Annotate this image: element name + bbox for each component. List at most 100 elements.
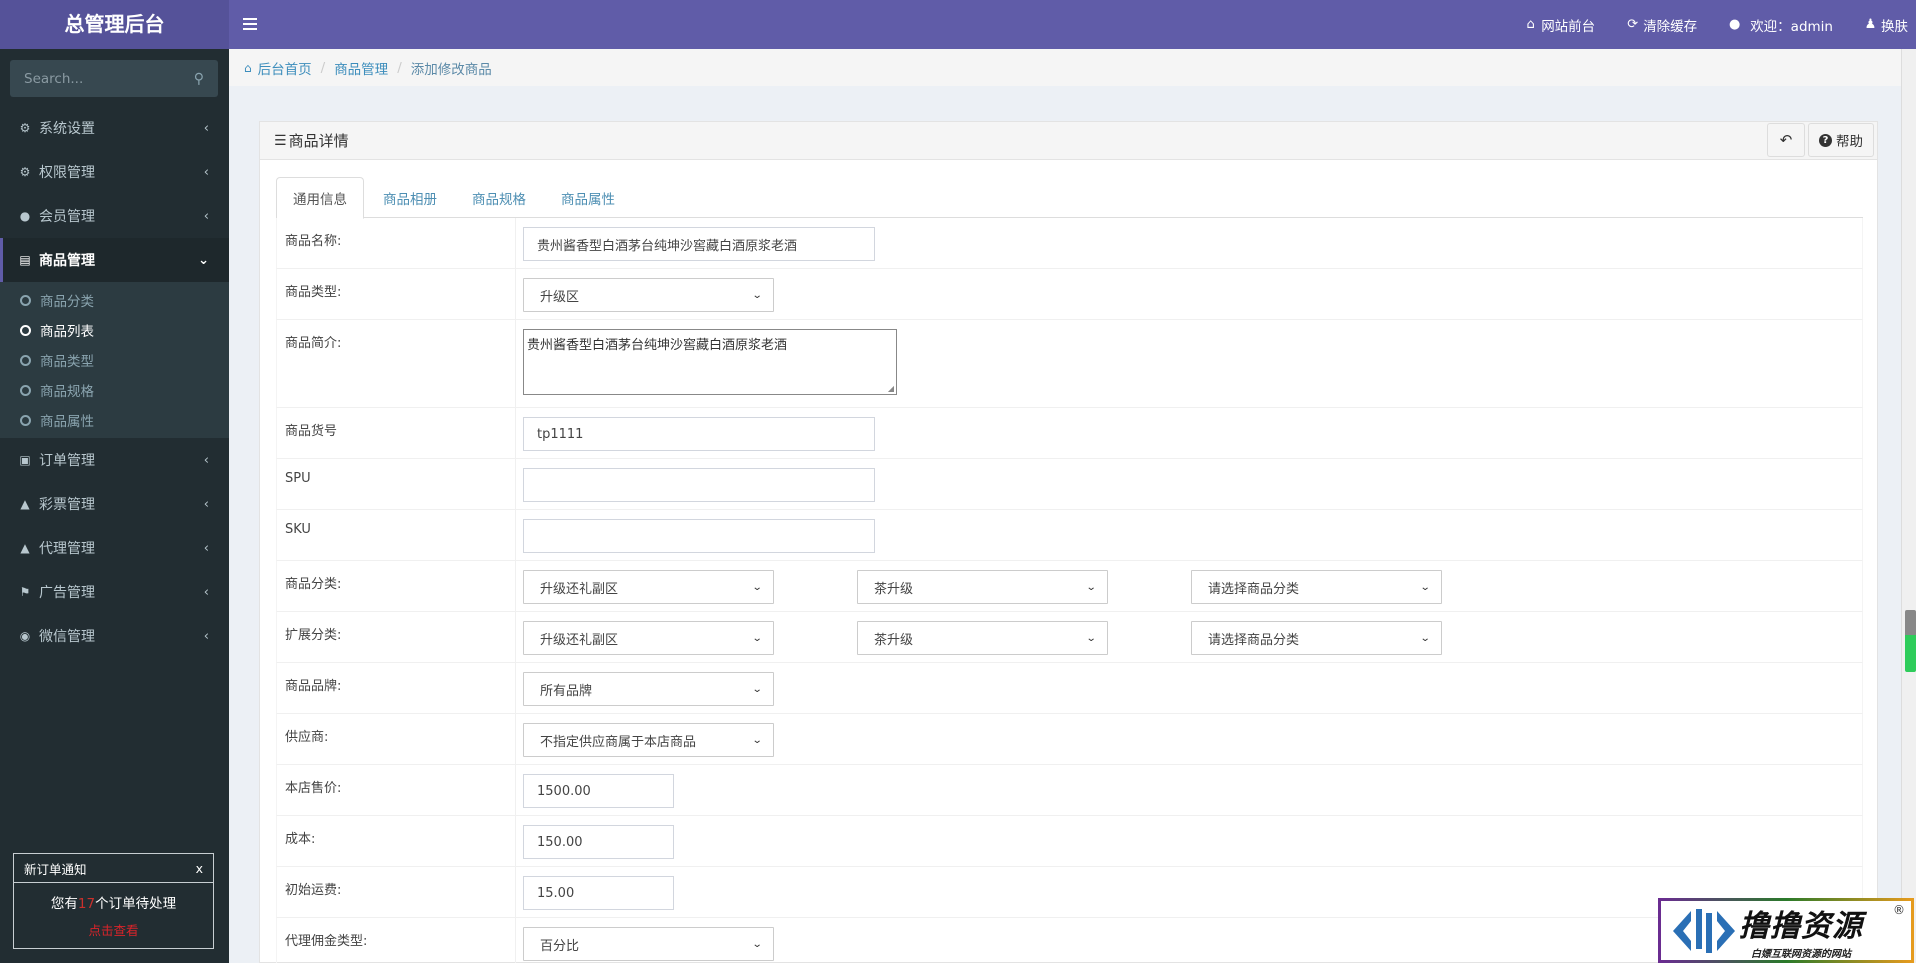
wechat-icon: ◉ [19,629,31,643]
chevron-down-icon: ⌄ [1085,581,1097,593]
field-label: 代理佣金类型: [277,918,516,963]
view-orders-link[interactable]: 点击查看 [14,920,213,939]
sidebar-item-lottery[interactable]: ▲ 彩票管理 ‹ [0,482,229,526]
sidebar-item-permission[interactable]: ⚙ 权限管理 ‹ [0,150,229,194]
top-bar: 总管理后台 ⌂ 网站前台 ⟳ 清除缓存 ● 欢迎：admin ♟ 换肤 [0,0,1916,49]
chevron-down-icon: ⌄ [198,252,209,268]
bell-icon: ▲ [20,497,30,511]
goods-name-input[interactable]: 贵州酱香型白酒茅台纯坤沙窖藏白酒原浆老酒 [523,227,875,261]
back-button[interactable]: ↶ [1767,123,1805,157]
ext-category-level3-select[interactable]: 请选择商品分类 ⌄ [1191,621,1442,655]
card-actions: ↶ ? 帮助 [1767,122,1877,157]
category-level1-select[interactable]: 升级还礼副区 ⌄ [523,570,774,604]
tab-general[interactable]: 通用信息 [276,177,364,219]
scrollbar-thumb[interactable] [1905,610,1916,672]
ext-category-level2-select[interactable]: 茶升级 ⌄ [857,621,1108,655]
sidebar-subitem-attr[interactable]: 商品属性 [0,405,229,435]
field-label: 本店售价: [277,765,516,815]
select-value: 茶升级 [874,632,914,648]
shipping-fee-input[interactable]: 15.00 [523,876,674,910]
sidebar-item-wechat[interactable]: ◉ 微信管理 ‹ [0,614,229,658]
sidebar-item-orders[interactable]: ▣ 订单管理 ‹ [0,438,229,482]
field-label: 供应商: [277,714,516,764]
chevron-down-icon: ⌄ [751,289,763,301]
category-level3-select[interactable]: 请选择商品分类 ⌄ [1191,570,1442,604]
sidebar-item-members[interactable]: ● 会员管理 ‹ [0,194,229,238]
sidebar-item-label: 权限管理 [39,165,95,181]
watermark-mark-icon [1669,903,1739,958]
sidebar-subitem-spec[interactable]: 商品规格 [0,375,229,405]
help-label: 帮助 [1836,134,1863,150]
shop-price-input[interactable]: 1500.00 [523,774,674,808]
book-icon: ▤ [19,253,31,267]
nav-user-menu[interactable]: ● 欢迎：admin [1727,15,1833,35]
help-button[interactable]: ? 帮助 [1808,123,1874,157]
goods-brief-textarea[interactable]: 贵州酱香型白酒茅台纯坤沙窖藏白酒原浆老酒 ◢ [523,329,897,395]
sidebar-toggle-icon[interactable] [243,15,257,33]
chevron-left-icon: ‹ [203,208,209,224]
sidebar-subitem-label: 商品属性 [40,414,94,430]
tab-album[interactable]: 商品相册 [367,177,453,218]
tab-attr[interactable]: 商品属性 [545,177,631,218]
sidebar: Search... ⚲ ⚙ 系统设置 ‹ ⚙ 权限管理 ‹ ● 会员管理 ‹ ▤… [0,49,229,963]
nav-clear-cache-link[interactable]: ⟳ 清除缓存 [1625,15,1697,35]
sidebar-item-system[interactable]: ⚙ 系统设置 ‹ [0,106,229,150]
notification-title: 新订单通知 [24,861,87,877]
breadcrumb-separator: / [320,59,326,76]
cost-input[interactable]: 150.00 [523,825,674,859]
sidebar-search-input[interactable]: Search... ⚲ [10,60,218,97]
breadcrumb-home[interactable]: 后台首页 [258,58,312,78]
supplier-select[interactable]: 不指定供应商属于本店商品 ⌄ [523,723,774,757]
field-label: 商品类型: [277,269,516,319]
spu-input[interactable] [523,468,875,502]
select-value: 升级区 [540,289,580,305]
sku-input[interactable] [523,519,875,553]
app-logo[interactable]: 总管理后台 [0,0,229,49]
brand-select[interactable]: 所有品牌 ⌄ [523,672,774,706]
form-row-supplier: 供应商: 不指定供应商属于本店商品 ⌄ [276,714,1863,765]
resize-handle-icon[interactable]: ◢ [888,384,894,393]
breadcrumb-goods[interactable]: 商品管理 [334,58,388,78]
ext-category-level1-select[interactable]: 升级还礼副区 ⌄ [523,621,774,655]
commission-type-select[interactable]: 百分比 ⌄ [523,927,774,961]
sidebar-item-label: 会员管理 [39,209,95,225]
chevron-down-icon: ⌄ [1419,581,1431,593]
select-value: 升级还礼副区 [540,632,619,648]
chevron-down-icon: ⌄ [751,632,763,644]
sidebar-item-label: 微信管理 [39,629,95,645]
tab-spec[interactable]: 商品规格 [456,177,542,218]
goods-sn-input[interactable]: tp1111 [523,417,875,451]
search-placeholder: Search... [24,70,84,87]
chevron-left-icon: ‹ [203,120,209,136]
chevron-down-icon: ⌄ [751,938,763,950]
sidebar-subitem-list[interactable]: 商品列表 [0,315,229,345]
registered-mark: ® [1893,903,1905,917]
notification-header: 新订单通知 x [14,854,213,883]
select-value: 请选择商品分类 [1208,632,1300,648]
close-icon[interactable]: x [196,861,203,876]
select-value: 请选择商品分类 [1208,581,1300,597]
sidebar-item-ads[interactable]: ⚑ 广告管理 ‹ [0,570,229,614]
sidebar-subitem-category[interactable]: 商品分类 [0,285,229,315]
search-icon[interactable]: ⚲ [194,71,204,87]
goods-type-select[interactable]: 升级区 ⌄ [523,278,774,312]
nav-frontend-link[interactable]: ⌂ 网站前台 [1523,15,1596,35]
user-icon: ● [1729,17,1741,32]
field-label: SKU [277,510,516,560]
select-value: 所有品牌 [540,683,593,699]
watermark-subtitle: 白嫖互联网资源的网站 [1751,949,1851,960]
sidebar-subitem-label: 商品列表 [40,324,94,340]
select-value: 升级还礼副区 [540,581,619,597]
page-scrollbar[interactable] [1901,49,1916,963]
category-level2-select[interactable]: 茶升级 ⌄ [857,570,1108,604]
sidebar-subitem-type[interactable]: 商品类型 [0,345,229,375]
flag-icon: ⚑ [19,585,31,599]
sidebar-item-goods[interactable]: ▤ 商品管理 ⌄ [0,238,229,282]
watermark-title: 撸撸资源 [1739,909,1863,944]
goods-detail-card: ☰ 商品详情 ↶ ? 帮助 通用信息 商品相册 商品规格 商品属性 商品名称: … [259,121,1878,963]
sidebar-item-agent[interactable]: ▲ 代理管理 ‹ [0,526,229,570]
field-label: 商品简介: [277,320,516,407]
tab-bar: 通用信息 商品相册 商品规格 商品属性 [276,177,1863,219]
nav-skin-link[interactable]: ♟ 换肤 [1863,15,1908,35]
breadcrumb: ⌂ 后台首页 / 商品管理 / 添加修改商品 [229,49,1916,86]
